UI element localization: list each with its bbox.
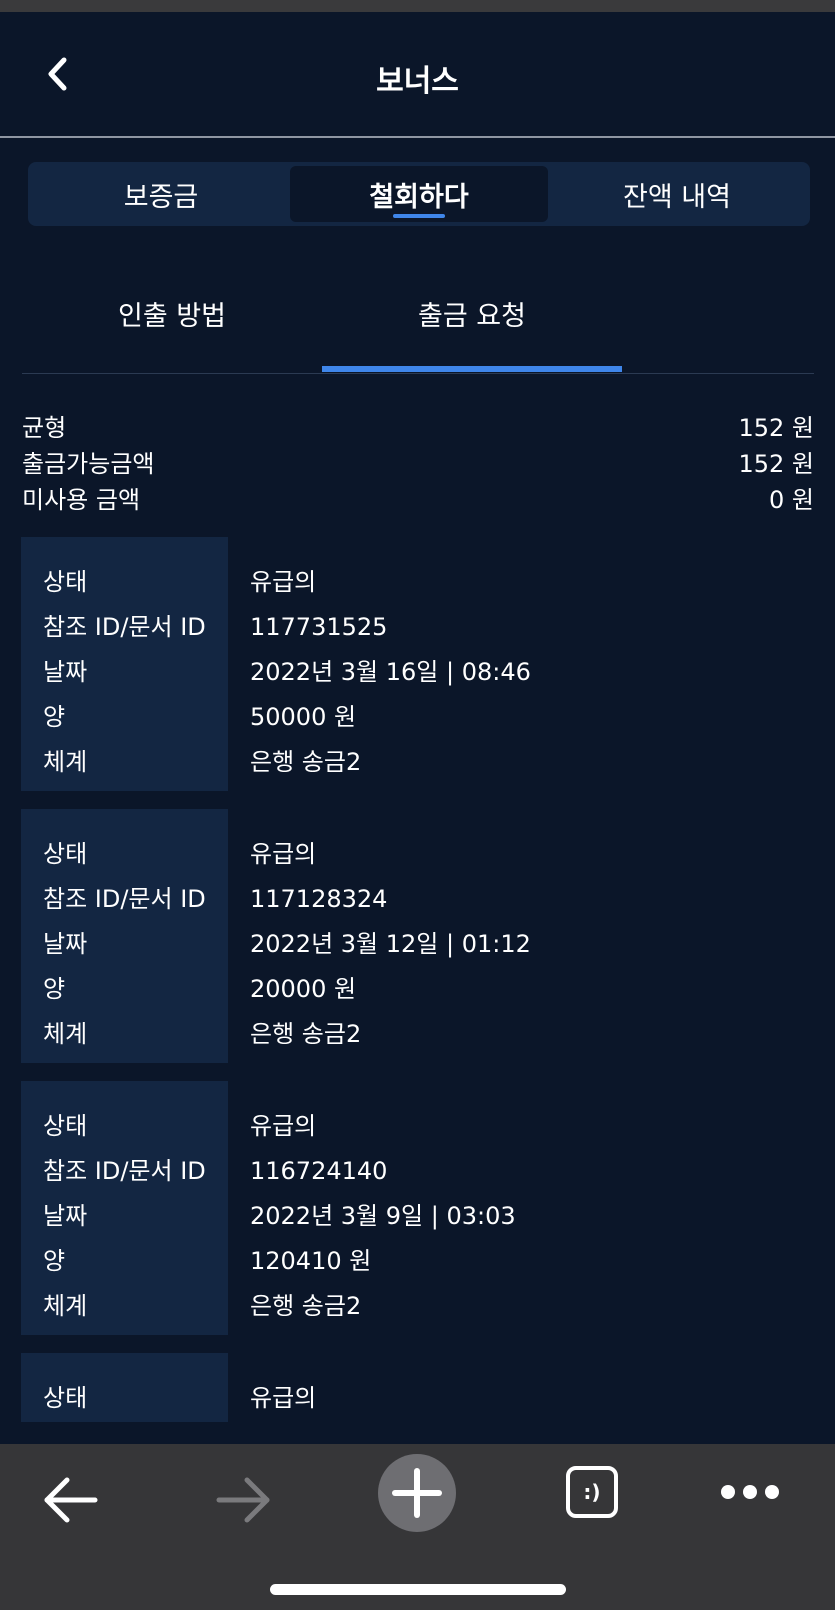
status-value: 유급의	[250, 568, 317, 596]
amount-label: 양	[43, 975, 66, 1003]
method-value: 은행 송금2	[250, 1292, 362, 1320]
browser-forward-button[interactable]	[212, 1470, 276, 1530]
amount-label: 양	[43, 1247, 66, 1275]
reference-value: 116724140	[250, 1157, 388, 1185]
method-value: 은행 송금2	[250, 1020, 362, 1048]
withdrawable-label: 출금가능금액	[22, 450, 155, 478]
request-card: 상태 참조 ID/문서 ID 날짜 양 체계 유급의 116724140 202…	[21, 1081, 814, 1335]
content-viewport[interactable]: 균형 152 원 출금가능금액 152 원 미사용 금액 0 원 상태 참조 I…	[0, 0, 835, 1422]
status-label: 상태	[43, 568, 88, 596]
status-value: 유급의	[250, 1112, 317, 1140]
date-value: 2022년 3월 12일 | 01:12	[250, 930, 531, 958]
unused-row: 미사용 금액 0 원	[22, 482, 814, 518]
withdrawable-value: 152 원	[738, 450, 814, 478]
method-value: 은행 송금2	[250, 748, 362, 776]
more-icon	[721, 1485, 779, 1499]
amount-label: 양	[43, 703, 66, 731]
reference-label: 참조 ID/문서 ID	[43, 1157, 206, 1185]
method-label: 체계	[43, 748, 88, 776]
request-card-values: 유급의	[228, 1353, 316, 1422]
balance-row: 균형 152 원	[22, 410, 814, 446]
unused-value: 0 원	[769, 486, 814, 514]
status-label: 상태	[43, 1384, 88, 1412]
status-label: 상태	[43, 840, 88, 868]
request-card-values: 유급의 117731525 2022년 3월 16일 | 08:46 50000…	[228, 537, 531, 791]
status-label: 상태	[43, 1112, 88, 1140]
withdrawable-row: 출금가능금액 152 원	[22, 446, 814, 482]
request-card-labels: 상태	[21, 1353, 228, 1422]
home-indicator	[270, 1584, 566, 1595]
balance-value: 152 원	[738, 414, 814, 442]
balance-label: 균형	[22, 414, 67, 442]
back-arrow-icon	[44, 1477, 98, 1523]
request-card: 상태 참조 ID/문서 ID 날짜 양 체계 유급의 117128324 202…	[21, 809, 814, 1063]
request-card: 상태 참조 ID/문서 ID 날짜 양 체계 유급의 117731525 202…	[21, 537, 814, 791]
reference-value: 117731525	[250, 613, 388, 641]
date-label: 날짜	[43, 1202, 88, 1230]
request-card-labels: 상태 참조 ID/문서 ID 날짜 양 체계	[21, 1081, 228, 1335]
new-tab-button[interactable]	[378, 1454, 456, 1532]
status-value: 유급의	[250, 840, 317, 868]
reference-label: 참조 ID/문서 ID	[43, 885, 206, 913]
amount-value: 20000 원	[250, 975, 357, 1003]
status-value: 유급의	[250, 1384, 317, 1412]
unused-label: 미사용 금액	[22, 486, 141, 514]
tabs-button[interactable]: :)	[566, 1466, 618, 1518]
plus-icon	[392, 1468, 442, 1518]
amount-value: 120410 원	[250, 1247, 372, 1275]
more-button[interactable]	[718, 1472, 782, 1512]
request-card: 상태 유급의	[21, 1353, 814, 1422]
request-card-values: 유급의 117128324 2022년 3월 12일 | 01:12 20000…	[228, 809, 531, 1063]
forward-arrow-icon	[216, 1477, 270, 1523]
reference-value: 117128324	[250, 885, 388, 913]
date-label: 날짜	[43, 930, 88, 958]
request-card-labels: 상태 참조 ID/문서 ID 날짜 양 체계	[21, 537, 228, 791]
reference-label: 참조 ID/문서 ID	[43, 613, 206, 641]
tabs-icon: :)	[583, 1480, 601, 1504]
request-card-values: 유급의 116724140 2022년 3월 9일 | 03:03 120410…	[228, 1081, 516, 1335]
date-label: 날짜	[43, 658, 88, 686]
method-label: 체계	[43, 1020, 88, 1048]
date-value: 2022년 3월 9일 | 03:03	[250, 1202, 516, 1230]
amount-value: 50000 원	[250, 703, 357, 731]
method-label: 체계	[43, 1292, 88, 1320]
request-card-labels: 상태 참조 ID/문서 ID 날짜 양 체계	[21, 809, 228, 1063]
browser-back-button[interactable]	[38, 1470, 102, 1530]
balance-summary: 균형 152 원 출금가능금액 152 원 미사용 금액 0 원	[22, 410, 814, 518]
date-value: 2022년 3월 16일 | 08:46	[250, 658, 531, 686]
